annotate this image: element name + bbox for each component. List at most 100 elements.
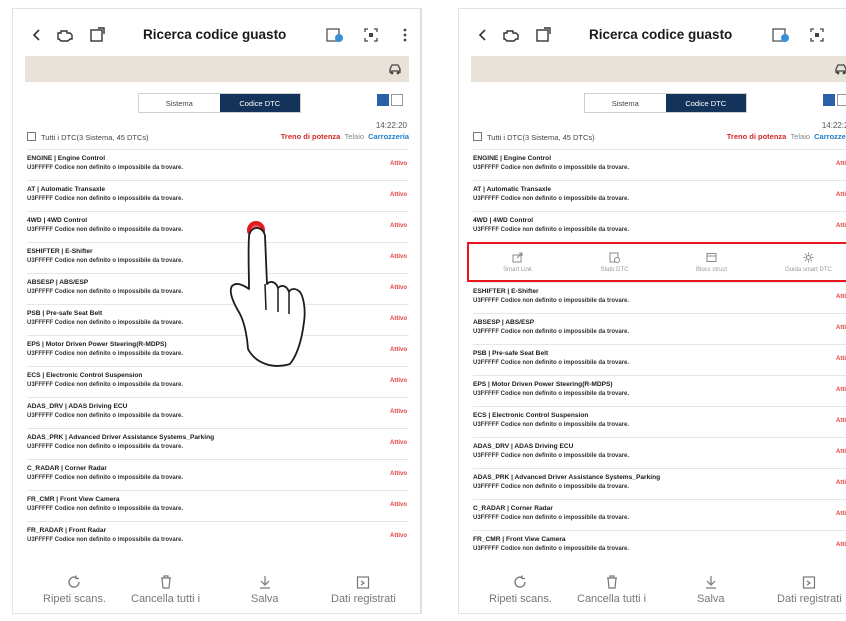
scan-icon[interactable]	[805, 23, 829, 47]
filter-chassis[interactable]: Telaio	[344, 132, 364, 141]
dtc-system-name: FR_RADAR | Front Radar	[27, 527, 107, 534]
dtc-list-icon	[473, 132, 482, 141]
dtc-row[interactable]: ABSESP | ABS/ESP U3FFFFF Codice non defin…	[473, 313, 846, 344]
smart-dtc-guide-label: Guida smart DTC	[785, 266, 832, 273]
dtc-row[interactable]: ESHIFTER | E-Shifter U3FFFFF Codice non d…	[473, 282, 846, 313]
hand-pointer-icon	[229, 221, 306, 367]
engine-icon[interactable]	[499, 23, 523, 47]
dtc-info-icon[interactable]	[769, 23, 793, 47]
timestamp: 14:22:20	[375, 121, 407, 130]
dtc-row[interactable]: ENGINE | Engine Control U3FFFFF Codice no…	[27, 149, 409, 180]
refresh-icon	[68, 575, 81, 588]
dtc-system-name: 4WD | 4WD Control	[27, 217, 88, 224]
summary-text: Tutti i DTC(3 Sistema, 45 DTCs)	[487, 133, 595, 142]
dtc-system-name: ENGINE | Engine Control	[473, 155, 552, 162]
dtc-status: Attivo	[836, 223, 846, 229]
freeze-frame-button[interactable]: Blocc struct	[663, 244, 760, 280]
dtc-row[interactable]: ADAS_PRK | Advanced Driver Assistance Sy…	[473, 468, 846, 499]
smart-dtc-guide-button[interactable]: Guida smart DTC	[760, 244, 846, 280]
scrollbar[interactable]	[420, 9, 421, 613]
dtc-status: Attivo	[390, 409, 407, 415]
summary-text: Tutti i DTC(3 Sistema, 45 DTCs)	[41, 133, 149, 142]
car-icon	[835, 64, 846, 75]
grid-view-icon[interactable]	[377, 94, 389, 106]
smart-link-button[interactable]: Smart Link	[469, 244, 566, 280]
dtc-status: Attivo	[390, 533, 407, 539]
dtc-row[interactable]: AT | Automatic Transaxle U3FFFFF Codice n…	[27, 180, 409, 211]
filter-body[interactable]: Carrozzeria	[368, 132, 409, 141]
filter-body[interactable]: Carrozzeria	[814, 132, 846, 141]
dtc-row[interactable]: FR_CMR | Front View Camera U3FFFFF Codice…	[27, 490, 409, 521]
dtc-code-description: U3FFFFF Codice non definito o impossibil…	[473, 298, 630, 304]
dtc-system-name: 4WD | 4WD Control	[473, 217, 534, 224]
rescan-button[interactable]: Ripeti scans.	[43, 575, 106, 605]
dtc-status: Attivo	[836, 511, 846, 517]
list-view-icon[interactable]	[837, 94, 846, 106]
saved-data-button[interactable]: Dati registrati	[331, 575, 396, 605]
export-icon[interactable]	[531, 23, 555, 47]
filter-chassis[interactable]: Telaio	[790, 132, 810, 141]
scan-icon[interactable]	[359, 23, 383, 47]
dtc-row[interactable]: ADAS_PRK | Advanced Driver Assistance Sy…	[27, 428, 409, 459]
page-title: Ricerca codice guasto	[589, 27, 733, 42]
save-button[interactable]: Salva	[251, 575, 279, 605]
dtc-code-description: U3FFFFF Codice non definito o impossibil…	[27, 196, 184, 202]
dtc-row[interactable]: ENGINE | Engine Control U3FFFFF Codice no…	[473, 149, 846, 180]
dtc-row[interactable]: PSB | Pre-safe Seat Belt U3FFFFF Codice n…	[473, 344, 846, 375]
dtc-row[interactable]: FR_CMR | Front View Camera U3FFFFF Codice…	[473, 530, 846, 561]
export-icon[interactable]	[85, 23, 109, 47]
dtc-row[interactable]: EPS | Motor Driven Power Steering(R-MDPS…	[473, 375, 846, 406]
dtc-code-description: U3FFFFF Codice non definito o impossibil…	[473, 165, 630, 171]
bottom-bar: Ripeti scans. Cancella tutti i Salva Dat…	[13, 569, 421, 613]
engine-icon[interactable]	[53, 23, 77, 47]
save-button[interactable]: Salva	[697, 575, 725, 605]
gear-icon	[803, 252, 814, 262]
dtc-status: Attivo	[390, 254, 407, 260]
back-icon[interactable]	[25, 23, 49, 47]
dtc-status: Attivo	[836, 325, 846, 331]
grid-view-icon[interactable]	[823, 94, 835, 106]
dtc-row[interactable]: C_RADAR | Corner Radar U3FFFFF Codice non…	[473, 499, 846, 530]
clear-all-button[interactable]: Cancella tutti i	[131, 575, 200, 605]
filter-powertrain[interactable]: Treno di potenza	[281, 132, 341, 141]
dtc-status: Attivo	[836, 449, 846, 455]
dtc-code-description: U3FFFFF Codice non definito o impossibil…	[473, 453, 630, 459]
back-icon[interactable]	[471, 23, 495, 47]
dtc-system-name: ECS | Electronic Control Suspension	[27, 372, 143, 379]
tab-codice-dtc[interactable]: Codice DTC	[219, 94, 300, 112]
dtc-row[interactable]: 4WD | 4WD Control U3FFFFF Codice non defi…	[473, 211, 846, 242]
dtc-row[interactable]: C_RADAR | Corner Radar U3FFFFF Codice non…	[27, 459, 409, 490]
dtc-info-icon[interactable]	[323, 23, 347, 47]
trash-icon	[606, 575, 617, 589]
dtc-code-description: U3FFFFF Codice non definito o impossibil…	[27, 258, 184, 264]
dtc-code-description: U3FFFFF Codice non definito o impossibil…	[473, 515, 630, 521]
clear-all-button[interactable]: Cancella tutti i	[577, 575, 646, 605]
dtc-status: Attivo	[390, 378, 407, 384]
dtc-system-name: AT | Automatic Transaxle	[473, 186, 552, 193]
tab-sistema[interactable]: Sistema	[139, 94, 220, 112]
rescan-button[interactable]: Ripeti scans.	[489, 575, 552, 605]
dtc-status: Attivo	[836, 418, 846, 424]
dtc-row[interactable]: ADAS_DRV | ADAS Driving ECU U3FFFFF Codic…	[473, 437, 846, 468]
dtc-row[interactable]: FR_RADAR | Front Radar U3FFFFF Codice non…	[27, 521, 409, 552]
saved-data-label: Dati registrati	[331, 593, 396, 605]
more-icon[interactable]	[839, 23, 846, 47]
filter-powertrain[interactable]: Treno di potenza	[727, 132, 787, 141]
saved-data-button[interactable]: Dati registrati	[777, 575, 842, 605]
dtc-row[interactable]: ADAS_DRV | ADAS Driving ECU U3FFFFF Codic…	[27, 397, 409, 428]
dtc-row[interactable]: AT | Automatic Transaxle U3FFFFF Codice n…	[473, 180, 846, 211]
dtc-system-name: FR_CMR | Front View Camera	[473, 536, 566, 543]
tab-sistema[interactable]: Sistema	[585, 94, 666, 112]
dtc-status-button[interactable]: Stato DTC	[566, 244, 663, 280]
dtc-row[interactable]: ECS | Electronic Control Suspension U3FFF…	[473, 406, 846, 437]
dtc-system-name: C_RADAR | Corner Radar	[27, 465, 107, 472]
dtc-code-description: U3FFFFF Codice non definito o impossibil…	[473, 196, 630, 202]
dtc-status: Attivo	[836, 480, 846, 486]
dtc-code-description: U3FFFFF Codice non definito o impossibil…	[27, 351, 184, 357]
dtc-status: Attivo	[836, 542, 846, 548]
dtc-code-description: U3FFFFF Codice non definito o impossibil…	[473, 391, 630, 397]
tab-codice-dtc[interactable]: Codice DTC	[665, 94, 746, 112]
more-icon[interactable]	[393, 23, 417, 47]
list-view-icon[interactable]	[391, 94, 403, 106]
folder-icon	[803, 576, 816, 589]
